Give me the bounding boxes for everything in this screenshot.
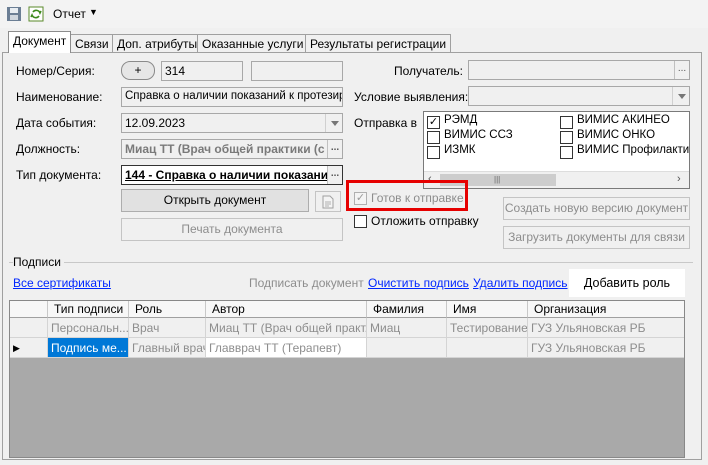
send-ssz-checkbox[interactable]	[427, 131, 440, 144]
position-browse-button[interactable]: ...	[327, 140, 342, 158]
signatures-group-label: Подписи	[13, 255, 64, 269]
column-header[interactable]: Имя	[447, 301, 528, 318]
tab-services[interactable]: Оказанные услуги	[197, 34, 309, 53]
chevron-down-icon[interactable]: ▼	[89, 7, 98, 17]
column-header[interactable]: Фамилия	[367, 301, 447, 318]
recipient-browse-button[interactable]: ...	[674, 61, 689, 79]
chevron-right-icon[interactable]: ›	[677, 173, 681, 185]
attach-file-button[interactable]	[315, 191, 341, 212]
add-role-button[interactable]: Добавить роль	[569, 269, 685, 297]
recipient-label: Получатель:	[394, 64, 463, 78]
send-akineo-label: ВИМИС АКИНЕО	[577, 114, 670, 126]
send-to-list: ✓ РЭМД ВИМИС АКИНЕО ВИМИС ССЗ ВИМИС ОНКО…	[423, 111, 690, 189]
column-header[interactable]: Тип подписи	[48, 301, 129, 318]
table-cell[interactable]: Подпись ме...	[48, 338, 129, 358]
signatures-divider	[9, 262, 693, 263]
postpone-send-label: Отложить отправку	[371, 214, 479, 228]
date-label: Дата события:	[16, 116, 97, 130]
tab-registration-results[interactable]: Результаты регистрации	[305, 34, 452, 53]
send-prof-label: ВИМИС Профилактик	[577, 144, 689, 156]
delete-signature-link[interactable]: Удалить подпись	[473, 276, 568, 290]
tab-extra-attributes[interactable]: Доп. атрибуты	[112, 34, 203, 53]
current-row-icon: ▶	[13, 343, 20, 353]
date-value: 12.09.2023	[125, 116, 186, 130]
load-linked-docs-button[interactable]: Загрузить документы для связи	[503, 226, 690, 249]
add-number-button[interactable]: +	[121, 61, 155, 80]
table-cell[interactable]: Главврач ТТ (Терапевт)	[206, 338, 367, 358]
refresh-icon[interactable]	[28, 6, 44, 22]
number-field[interactable]: 314	[161, 61, 243, 81]
tab-document[interactable]: Документ	[8, 31, 72, 53]
highlight-frame	[346, 180, 468, 211]
doctype-value: 144 - Справка о наличии показани	[125, 168, 329, 182]
detection-field[interactable]	[468, 86, 690, 106]
clear-signature-link[interactable]: Очистить подпись	[368, 276, 469, 290]
send-akineo-checkbox[interactable]	[560, 116, 573, 129]
position-label: Должность:	[16, 142, 81, 156]
send-to-label: Отправка в	[354, 116, 417, 130]
send-onko-label: ВИМИС ОНКО	[577, 129, 656, 141]
table-cell[interactable]: ГУЗ Ульяновская РБ	[528, 318, 684, 338]
table-cell[interactable]: Главный врач	[129, 338, 206, 358]
save-icon[interactable]	[6, 6, 22, 22]
signatures-table: Тип подписи Роль Автор Фамилия Имя Орган…	[9, 300, 685, 458]
chevron-down-icon[interactable]	[672, 87, 689, 105]
table-cell[interactable]: ГУЗ Ульяновская РБ	[528, 338, 684, 358]
table-cell[interactable]: Персональн...	[48, 318, 129, 338]
sign-document-link[interactable]: Подписать документ	[249, 276, 364, 290]
table-cell[interactable]: Миац	[367, 318, 447, 338]
send-izmk-label: ИЗМК	[444, 144, 476, 156]
send-onko-checkbox[interactable]	[560, 131, 573, 144]
tab-links[interactable]: Связи	[70, 34, 114, 53]
grip-icon: |||	[494, 175, 501, 184]
detection-label: Условие выявления:	[354, 90, 469, 104]
toolbar: Отчет ▼	[0, 0, 708, 28]
position-field[interactable]: Миац ТТ (Врач общей практики (с ...	[121, 139, 343, 159]
recipient-field[interactable]: ...	[468, 60, 690, 80]
table-cell[interactable]: Тестирование	[447, 318, 528, 338]
send-remd-checkbox[interactable]: ✓	[427, 116, 440, 129]
doctype-field[interactable]: 144 - Справка о наличии показани ...	[121, 165, 343, 185]
print-document-button[interactable]: Печать документа	[121, 218, 343, 241]
column-header[interactable]: Автор	[206, 301, 367, 318]
column-header[interactable]: Роль	[129, 301, 206, 318]
table-cell[interactable]	[447, 338, 528, 358]
table-cell[interactable]	[367, 338, 447, 358]
create-new-version-button[interactable]: Создать новую версию документ	[503, 197, 690, 220]
doctype-browse-button[interactable]: ...	[327, 166, 342, 184]
number-label: Номер/Серия:	[16, 64, 95, 78]
send-ssz-label: ВИМИС ССЗ	[444, 129, 513, 141]
table-cell[interactable]: Миац ТТ (Врач общей практ...	[206, 318, 367, 338]
series-field[interactable]	[251, 61, 343, 81]
document-icon	[322, 195, 334, 209]
open-document-button[interactable]: Открыть документ	[121, 189, 309, 212]
send-prof-checkbox[interactable]	[560, 146, 573, 159]
name-field[interactable]: Справка о наличии показаний к протезиро	[121, 87, 343, 107]
row-header[interactable]	[10, 318, 48, 338]
report-menu[interactable]: Отчет	[53, 7, 86, 21]
position-value: Миац ТТ (Врач общей практики (с	[125, 142, 325, 156]
column-header[interactable]: Организация	[528, 301, 684, 318]
doctype-label: Тип документа:	[16, 168, 102, 182]
all-certificates-link[interactable]: Все сертификаты	[13, 276, 111, 290]
postpone-send-checkbox[interactable]	[354, 215, 367, 228]
row-header-corner	[10, 301, 48, 318]
tab-bar: Документ Связи Доп. атрибуты Оказанные у…	[0, 31, 708, 53]
chevron-down-icon[interactable]	[325, 114, 342, 132]
date-field[interactable]: 12.09.2023	[121, 113, 343, 133]
table-cell[interactable]: Врач	[129, 318, 206, 338]
row-header[interactable]: ▶	[10, 338, 48, 358]
send-remd-label: РЭМД	[444, 114, 478, 126]
name-label: Наименование:	[16, 90, 103, 104]
send-izmk-checkbox[interactable]	[427, 146, 440, 159]
